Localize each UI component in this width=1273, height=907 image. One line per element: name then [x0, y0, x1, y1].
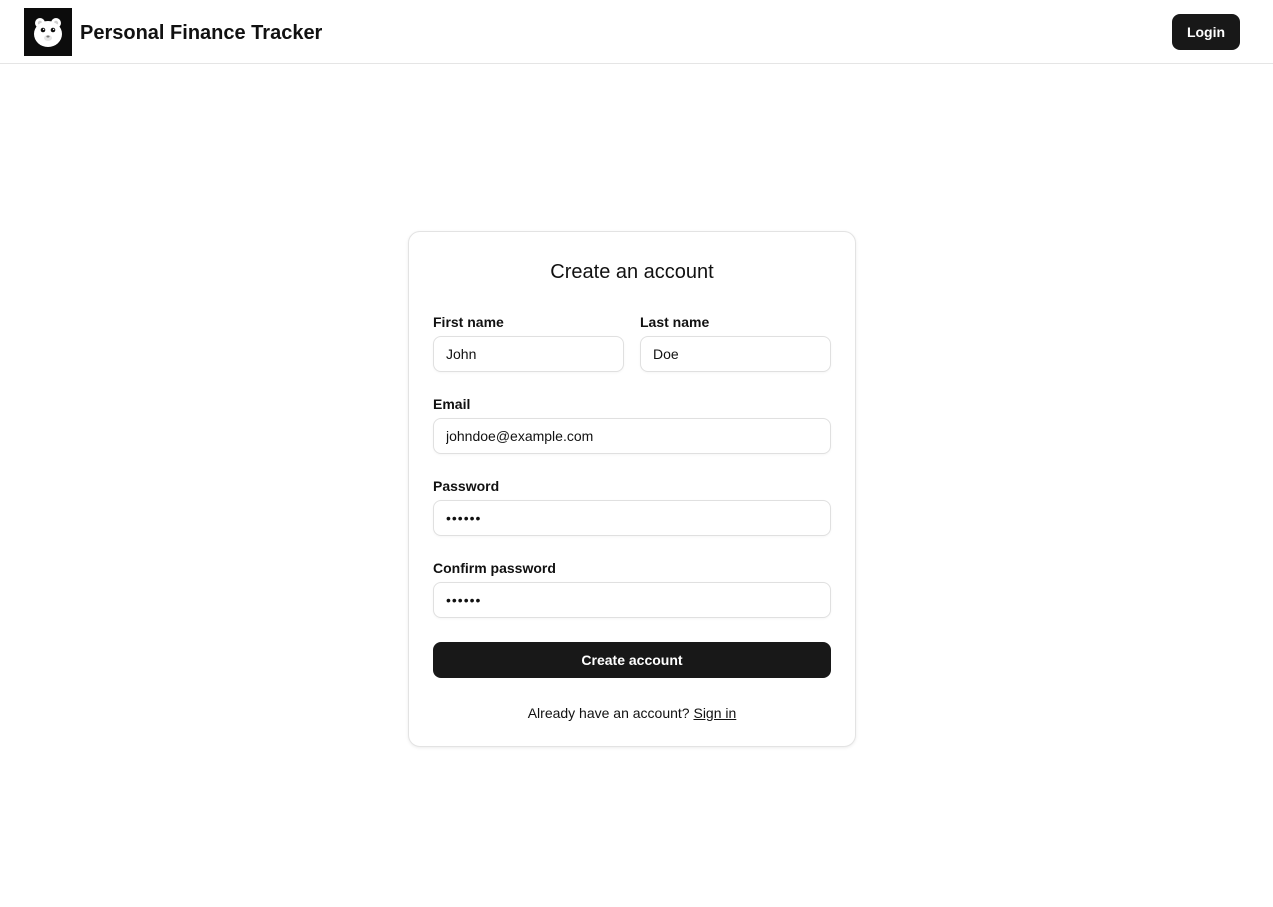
form-title: Create an account	[550, 261, 714, 283]
email-input[interactable]	[433, 418, 831, 454]
password-input[interactable]	[433, 500, 831, 536]
first-name-input[interactable]	[433, 336, 624, 372]
last-name-input[interactable]	[640, 336, 831, 372]
confirm-password-input[interactable]	[433, 582, 831, 618]
signin-prompt-row: Already have an account? Sign in	[409, 704, 855, 722]
signup-card: Create an account First name Last name E…	[408, 231, 856, 747]
sign-in-link[interactable]: Sign in	[693, 705, 736, 721]
login-button[interactable]: Login	[1172, 14, 1240, 50]
create-account-button[interactable]: Create account	[433, 642, 831, 678]
email-label: Email	[433, 396, 471, 412]
signin-prompt-text: Already have an account?	[527, 705, 690, 721]
last-name-label: Last name	[640, 314, 710, 330]
first-name-label: First name	[433, 314, 504, 330]
app-title: Personal Finance Tracker	[80, 22, 323, 44]
bear-face-icon[interactable]	[24, 8, 72, 56]
password-label: Password	[433, 478, 500, 494]
top-nav-bar: Personal Finance Tracker Login	[0, 0, 1273, 64]
confirm-password-label: Confirm password	[433, 560, 556, 576]
